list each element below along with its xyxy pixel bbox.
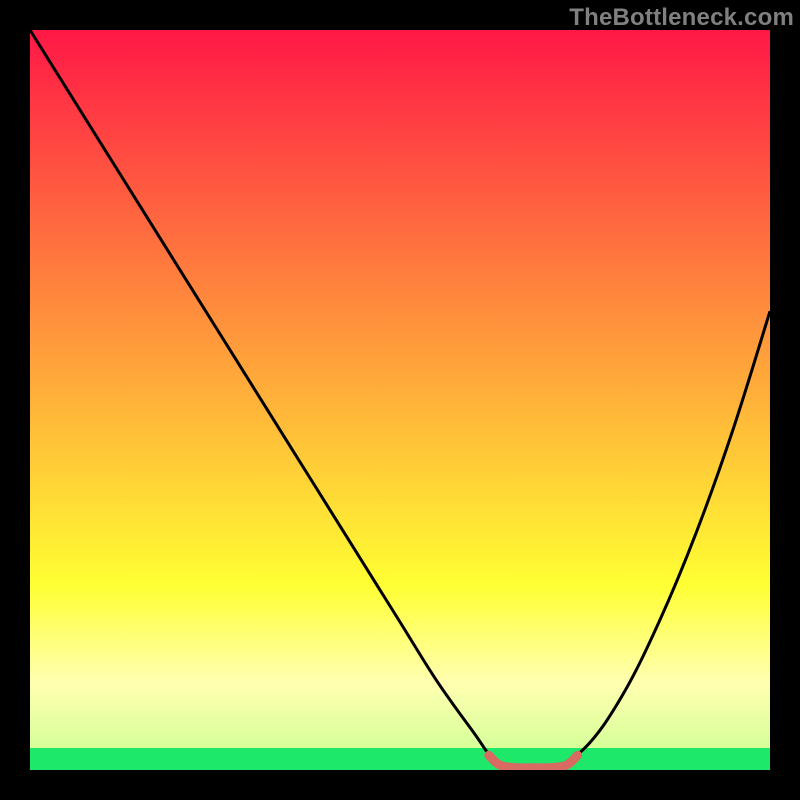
optimal-marker	[489, 755, 578, 768]
plot-area	[30, 30, 770, 770]
bottleneck-curve	[30, 30, 770, 770]
chart-frame	[30, 30, 770, 770]
watermark-text: TheBottleneck.com	[569, 4, 794, 32]
curve-path	[30, 30, 770, 770]
